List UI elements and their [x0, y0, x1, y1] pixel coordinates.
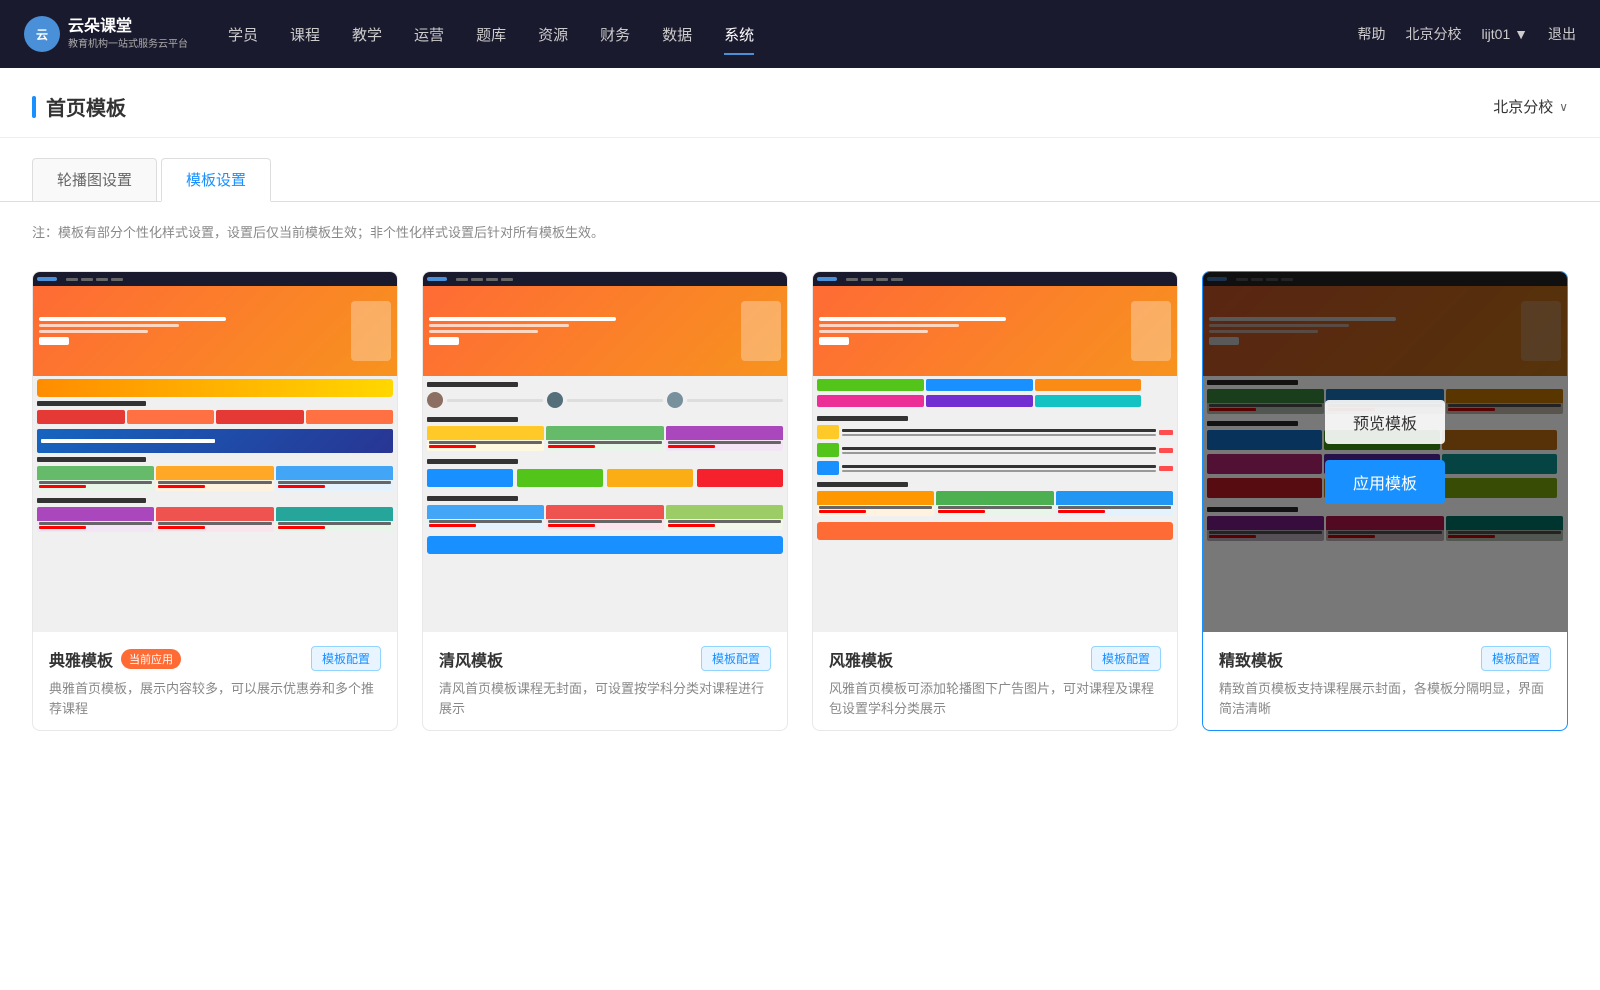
template-desc-2: 清风首页模板课程无封面，可设置按学科分类对课程进行展示	[439, 679, 771, 718]
template-config-button-3[interactable]: 模板配置	[1091, 646, 1161, 671]
mini-header	[33, 272, 397, 286]
nav-item-teaching[interactable]: 教学	[352, 20, 382, 49]
mini-site-qingfeng	[423, 272, 787, 632]
chevron-down-icon: ∨	[1559, 100, 1568, 114]
template-name-2: 清风模板	[439, 647, 503, 671]
nav-help[interactable]: 帮助	[1357, 24, 1385, 44]
template-preview-qingfeng	[423, 272, 787, 632]
logo-text: 云朵课堂 教育机构一站式服务云平台	[68, 17, 188, 51]
page-container: 首页模板 北京分校 ∨ 轮播图设置 模板设置 注：模板有部分个性化样式设置，设置…	[0, 68, 1600, 990]
page-title-bar	[32, 96, 36, 118]
template-info-qingfeng: 清风模板 模板配置 清风首页模板课程无封面，可设置按学科分类对课程进行展示	[423, 632, 787, 730]
nav-item-system[interactable]: 系统	[724, 20, 754, 49]
nav-item-data[interactable]: 数据	[662, 20, 692, 49]
template-card-jingzhi: 预览模板 应用模板 精致模板 模板配置 精致首页模板支持课程展示封面，各模板分隔…	[1202, 271, 1568, 731]
logo-icon: 云	[24, 16, 60, 52]
nav-item-operations[interactable]: 运营	[414, 20, 444, 49]
template-info-fengya: 风雅模板 模板配置 风雅首页模板可添加轮播图下广告图片，可对课程及课程包设置学科…	[813, 632, 1177, 730]
nav-logout[interactable]: 退出	[1548, 24, 1576, 44]
school-label: 北京分校	[1493, 96, 1553, 117]
template-desc-3: 风雅首页模板可添加轮播图下广告图片，可对课程及课程包设置学科分类展示	[829, 679, 1161, 718]
apply-template-button[interactable]: 应用模板	[1325, 460, 1445, 504]
template-overlay-jingzhi: 预览模板 应用模板	[1203, 272, 1567, 632]
template-name-3: 风雅模板	[829, 647, 893, 671]
template-card-qingfeng: 清风模板 模板配置 清风首页模板课程无封面，可设置按学科分类对课程进行展示	[422, 271, 788, 731]
nav-right: 帮助 北京分校 lijt01 ▼ 退出	[1357, 24, 1576, 44]
nav-item-courses[interactable]: 课程	[290, 20, 320, 49]
template-preview-jingzhi: 预览模板 应用模板	[1203, 272, 1567, 632]
template-preview-fengya	[813, 272, 1177, 632]
tabs: 轮播图设置 模板设置	[32, 158, 1568, 201]
nav-school[interactable]: 北京分校	[1405, 24, 1461, 44]
template-config-button[interactable]: 模板配置	[311, 646, 381, 671]
template-name-row-4: 精致模板 模板配置	[1219, 646, 1551, 671]
template-info-jingzhi: 精致模板 模板配置 精致首页模板支持课程展示封面，各模板分隔明显，界面简洁清晰	[1203, 632, 1567, 730]
template-name-row-3: 风雅模板 模板配置	[829, 646, 1161, 671]
template-name-row: 典雅模板 当前应用 模板配置	[49, 646, 381, 671]
template-card-diannya: 典雅模板 当前应用 模板配置 典雅首页模板，展示内容较多，可以展示优惠券和多个推…	[32, 271, 398, 731]
tab-carousel[interactable]: 轮播图设置	[32, 158, 157, 201]
tabs-wrapper: 轮播图设置 模板设置	[0, 138, 1600, 202]
mini-site-diannya	[33, 272, 397, 632]
template-config-button-2[interactable]: 模板配置	[701, 646, 771, 671]
nav-menu: 学员 课程 教学 运营 题库 资源 财务 数据 系统	[228, 20, 1357, 49]
logo[interactable]: 云 云朵课堂 教育机构一站式服务云平台	[24, 16, 188, 52]
page-title: 首页模板	[46, 92, 126, 121]
nav-item-finance[interactable]: 财务	[600, 20, 630, 49]
nav-user[interactable]: lijt01 ▼	[1481, 26, 1528, 42]
note: 注：模板有部分个性化样式设置，设置后仅当前模板生效；非个性化样式设置后针对所有模…	[0, 202, 1600, 251]
current-badge: 当前应用	[121, 649, 181, 669]
mini-site-fengya	[813, 272, 1177, 632]
nav-item-quiz[interactable]: 题库	[476, 20, 506, 49]
template-preview-diannya	[33, 272, 397, 632]
tab-template[interactable]: 模板设置	[161, 158, 271, 202]
preview-template-button[interactable]: 预览模板	[1325, 400, 1445, 444]
template-desc: 典雅首页模板，展示内容较多，可以展示优惠券和多个推荐课程	[49, 679, 381, 718]
nav-item-students[interactable]: 学员	[228, 20, 258, 49]
template-name: 典雅模板	[49, 647, 113, 671]
page-title-wrapper: 首页模板	[32, 92, 126, 121]
school-selector[interactable]: 北京分校 ∨	[1493, 96, 1568, 117]
template-desc-4: 精致首页模板支持课程展示封面，各模板分隔明显，界面简洁清晰	[1219, 679, 1551, 718]
template-card-fengya: 风雅模板 模板配置 风雅首页模板可添加轮播图下广告图片，可对课程及课程包设置学科…	[812, 271, 1178, 731]
nav-item-resources[interactable]: 资源	[538, 20, 568, 49]
template-name-row-2: 清风模板 模板配置	[439, 646, 771, 671]
template-name-4: 精致模板	[1219, 647, 1283, 671]
page-header: 首页模板 北京分校 ∨	[0, 68, 1600, 138]
template-config-button-4[interactable]: 模板配置	[1481, 646, 1551, 671]
templates-grid: 典雅模板 当前应用 模板配置 典雅首页模板，展示内容较多，可以展示优惠券和多个推…	[0, 251, 1600, 771]
template-info-diannya: 典雅模板 当前应用 模板配置 典雅首页模板，展示内容较多，可以展示优惠券和多个推…	[33, 632, 397, 730]
navbar: 云 云朵课堂 教育机构一站式服务云平台 学员 课程 教学 运营 题库 资源 财务…	[0, 0, 1600, 68]
